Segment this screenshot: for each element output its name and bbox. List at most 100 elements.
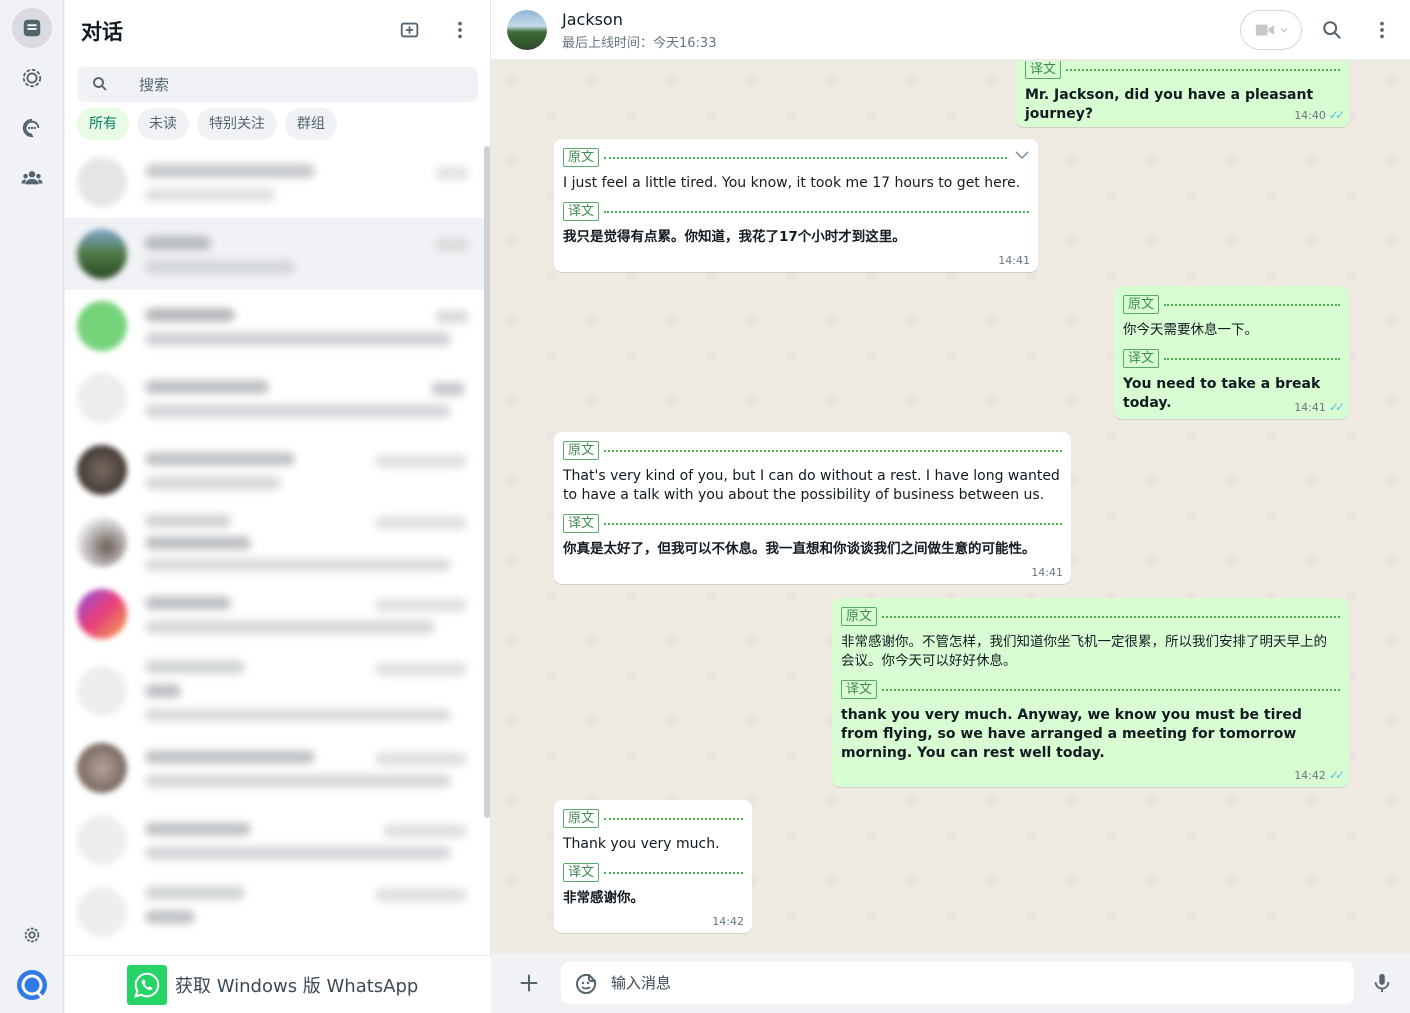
promo-text: 获取 Windows 版 WhatsApp: [175, 976, 419, 997]
message-bubble-incoming[interactable]: 原文 I just feel a little tired. You know,…: [554, 139, 1038, 272]
list-item[interactable]: [65, 876, 485, 948]
voice-message-button[interactable]: [1370, 971, 1394, 995]
message-original: That's very kind of you, but I can do wi…: [563, 468, 1060, 503]
search-icon[interactable]: [1320, 18, 1344, 42]
divider: [1164, 357, 1340, 360]
sticker-icon[interactable]: [574, 972, 598, 996]
filter-favorites[interactable]: 特别关注: [197, 108, 277, 140]
avatar: [77, 589, 127, 639]
list-item[interactable]: [65, 362, 485, 434]
avatar: [77, 887, 127, 937]
list-item[interactable]: [65, 434, 485, 506]
chevron-down-icon[interactable]: [1014, 147, 1030, 163]
message-bubble-outgoing[interactable]: 原文 你今天需要休息一下。 译文 You need to take a brea…: [1114, 286, 1349, 419]
filter-all[interactable]: 所有: [77, 108, 129, 140]
message-original: 非常感谢你。不管怎样，我们知道你坐飞机一定很累，所以我们安排了明天早上的会议。你…: [841, 634, 1327, 669]
status-icon[interactable]: [12, 58, 52, 98]
divider: [882, 688, 1340, 691]
list-item[interactable]: [65, 804, 485, 876]
menu-icon[interactable]: [448, 18, 472, 42]
message-bubble-incoming[interactable]: 原文 Thank you very much. 译文 非常感谢你。 14:42: [554, 800, 752, 933]
divider: [604, 817, 743, 820]
communities-icon[interactable]: [12, 158, 52, 198]
message-time: 14:41: [998, 254, 1030, 267]
list-item[interactable]: [65, 290, 485, 362]
avatar[interactable]: [507, 10, 547, 50]
last-seen-status: 最后上线时间：今天16:33: [562, 36, 717, 51]
original-tag: 原文: [563, 809, 600, 828]
list-item[interactable]: [65, 578, 485, 650]
list-item[interactable]: [65, 146, 485, 218]
translation-tag: 译文: [1025, 61, 1062, 79]
menu-icon[interactable]: [1370, 18, 1394, 42]
original-tag: 原文: [841, 607, 878, 626]
original-tag: 原文: [563, 148, 600, 167]
search-icon: [91, 75, 109, 93]
divider: [604, 449, 1062, 452]
chat-list-scrollbar[interactable]: [484, 146, 490, 818]
avatar: [77, 373, 127, 423]
message-time: 14:40: [1294, 108, 1326, 122]
new-chat-icon[interactable]: [398, 18, 422, 42]
read-receipt-icon: ✓✓: [1328, 768, 1345, 782]
filter-unread[interactable]: 未读: [137, 108, 189, 140]
message-time: 14:41: [1294, 400, 1326, 414]
search-bar: [77, 67, 478, 102]
message-time: 14:42: [712, 915, 744, 928]
list-item[interactable]: [65, 732, 485, 804]
original-tag: 原文: [563, 441, 600, 460]
conversation-header: Jackson 最后上线时间：今天16:33: [491, 0, 1410, 60]
windows-app-promo[interactable]: 获取 Windows 版 WhatsApp: [65, 955, 491, 1013]
message-translation: 非常感谢你。: [563, 890, 644, 906]
settings-icon[interactable]: [12, 915, 52, 955]
list-item[interactable]: [65, 506, 485, 578]
divider: [1066, 68, 1340, 71]
attach-button[interactable]: [517, 971, 541, 995]
read-receipt-icon: ✓✓: [1328, 108, 1345, 122]
chevron-down-icon: [1280, 27, 1288, 33]
chats-icon[interactable]: [12, 8, 52, 48]
message-original: Thank you very much.: [563, 836, 720, 852]
conversation-panel: Jackson 最后上线时间：今天16:33 译文 Mr. Jackson, d…: [491, 0, 1410, 1013]
message-bubble-outgoing[interactable]: 原文 非常感谢你。不管怎样，我们知道你坐飞机一定很累，所以我们安排了明天早上的会…: [832, 598, 1349, 787]
whatsapp-logo-icon: [127, 965, 167, 1005]
video-camera-icon: [1255, 24, 1275, 36]
message-bubble-incoming[interactable]: 原文 That's very kind of you, but I can do…: [554, 432, 1071, 584]
divider: [882, 615, 1340, 618]
message-translation: Mr. Jackson, did you have a pleasant jou…: [1025, 87, 1314, 122]
avatar: [77, 157, 127, 207]
message-input[interactable]: [611, 968, 1331, 998]
divider: [604, 210, 1029, 213]
message-bubble-outgoing[interactable]: 译文 Mr. Jackson, did you have a pleasant …: [1016, 61, 1349, 127]
video-call-button[interactable]: [1240, 10, 1302, 50]
avatar: [77, 229, 127, 279]
translation-tag: 译文: [563, 202, 600, 221]
chat-list-panel: 对话 所有 未读 特别关注 群组: [65, 0, 491, 1013]
profile-icon[interactable]: [12, 965, 52, 1005]
message-time: 14:41: [1031, 566, 1063, 579]
filter-chips: 所有 未读 特别关注 群组: [77, 108, 337, 140]
list-item[interactable]: [65, 650, 485, 732]
message-translation: thank you very much. Anyway, we know you…: [841, 707, 1302, 761]
channels-icon[interactable]: [12, 108, 52, 148]
avatar: [77, 301, 127, 351]
message-input-wrapper: [561, 962, 1354, 1004]
avatar: [77, 815, 127, 865]
avatar: [77, 666, 127, 716]
navigation-rail: [0, 0, 64, 1013]
contact-name[interactable]: Jackson: [562, 10, 623, 29]
microphone-icon: [1374, 973, 1390, 993]
message-original: I just feel a little tired. You know, it…: [563, 175, 1021, 191]
original-tag: 原文: [1123, 295, 1160, 314]
list-item[interactable]: [65, 218, 485, 290]
message-translation: 你真是太好了，但我可以不休息。我一直想和你谈谈我们之间做生意的可能性。: [563, 541, 1036, 557]
divider: [604, 156, 1007, 159]
message-translation: 我只是觉得有点累。你知道，我花了17个小时才到这里。: [563, 229, 906, 245]
avatar: [77, 517, 127, 567]
translation-tag: 译文: [563, 514, 600, 533]
search-input[interactable]: [139, 71, 459, 98]
avatar: [77, 743, 127, 793]
message-time: 14:42: [1294, 768, 1326, 782]
avatar: [77, 445, 127, 495]
filter-groups[interactable]: 群组: [285, 108, 337, 140]
